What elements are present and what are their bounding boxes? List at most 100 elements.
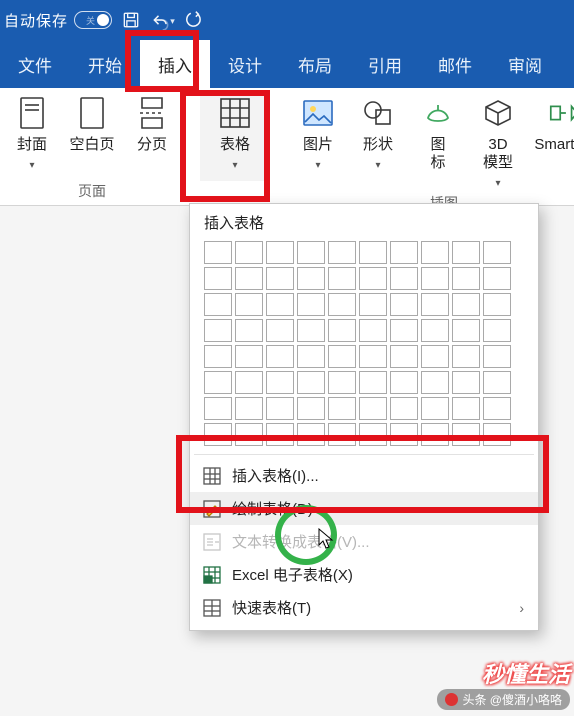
tab-mailings[interactable]: 邮件 — [420, 40, 490, 88]
cover-page-button[interactable]: 封面 — [4, 94, 60, 177]
grid-cell[interactable] — [328, 345, 356, 368]
save-icon[interactable] — [118, 7, 144, 33]
grid-cell[interactable] — [483, 371, 511, 394]
grid-cell[interactable] — [235, 319, 263, 342]
grid-cell[interactable] — [421, 267, 449, 290]
grid-cell[interactable] — [390, 423, 418, 446]
grid-cell[interactable] — [390, 293, 418, 316]
grid-cell[interactable] — [359, 397, 387, 420]
grid-cell[interactable] — [204, 423, 232, 446]
tab-layout[interactable]: 布局 — [280, 40, 350, 88]
grid-cell[interactable] — [235, 293, 263, 316]
grid-cell[interactable] — [266, 267, 294, 290]
grid-cell[interactable] — [483, 241, 511, 264]
grid-cell[interactable] — [421, 293, 449, 316]
smartart-button[interactable]: SmartArt — [530, 94, 574, 189]
grid-cell[interactable] — [204, 293, 232, 316]
tab-file[interactable]: 文件 — [0, 40, 70, 88]
grid-cell[interactable] — [390, 241, 418, 264]
grid-cell[interactable] — [297, 267, 325, 290]
grid-cell[interactable] — [452, 371, 480, 394]
grid-cell[interactable] — [297, 241, 325, 264]
grid-cell[interactable] — [483, 267, 511, 290]
autosave-toggle[interactable]: 关 — [74, 11, 112, 29]
shapes-button[interactable]: 形状 — [350, 94, 406, 189]
grid-cell[interactable] — [266, 319, 294, 342]
picture-button[interactable]: 图片 — [290, 94, 346, 189]
grid-cell[interactable] — [328, 371, 356, 394]
redo-icon[interactable] — [182, 7, 208, 33]
grid-cell[interactable] — [297, 423, 325, 446]
grid-cell[interactable] — [235, 241, 263, 264]
grid-cell[interactable] — [235, 267, 263, 290]
grid-cell[interactable] — [266, 423, 294, 446]
grid-cell[interactable] — [359, 423, 387, 446]
grid-cell[interactable] — [421, 241, 449, 264]
grid-cell[interactable] — [452, 241, 480, 264]
undo-icon[interactable] — [150, 7, 176, 33]
grid-cell[interactable] — [452, 293, 480, 316]
table-button[interactable]: 表格 — [200, 94, 270, 181]
grid-cell[interactable] — [483, 319, 511, 342]
grid-cell[interactable] — [235, 371, 263, 394]
grid-cell[interactable] — [483, 293, 511, 316]
menu-quick-tables[interactable]: 快速表格(T) › — [190, 591, 538, 624]
grid-cell[interactable] — [328, 397, 356, 420]
grid-cell[interactable] — [452, 423, 480, 446]
grid-cell[interactable] — [204, 319, 232, 342]
menu-excel-spreadsheet[interactable]: Excel 电子表格(X) — [190, 558, 538, 591]
grid-cell[interactable] — [421, 345, 449, 368]
grid-cell[interactable] — [359, 345, 387, 368]
grid-cell[interactable] — [421, 397, 449, 420]
grid-cell[interactable] — [328, 293, 356, 316]
tab-references[interactable]: 引用 — [350, 40, 420, 88]
grid-cell[interactable] — [328, 267, 356, 290]
grid-cell[interactable] — [483, 423, 511, 446]
grid-cell[interactable] — [204, 397, 232, 420]
grid-cell[interactable] — [297, 319, 325, 342]
tab-home[interactable]: 开始 — [70, 40, 140, 88]
grid-cell[interactable] — [297, 345, 325, 368]
grid-cell[interactable] — [328, 319, 356, 342]
grid-cell[interactable] — [483, 345, 511, 368]
grid-cell[interactable] — [359, 267, 387, 290]
grid-cell[interactable] — [204, 241, 232, 264]
grid-cell[interactable] — [483, 397, 511, 420]
grid-cell[interactable] — [421, 423, 449, 446]
grid-cell[interactable] — [359, 241, 387, 264]
grid-cell[interactable] — [390, 319, 418, 342]
grid-cell[interactable] — [266, 371, 294, 394]
grid-cell[interactable] — [452, 319, 480, 342]
grid-cell[interactable] — [266, 293, 294, 316]
menu-insert-table[interactable]: 插入表格(I)... — [190, 459, 538, 492]
grid-cell[interactable] — [266, 345, 294, 368]
grid-cell[interactable] — [204, 345, 232, 368]
grid-cell[interactable] — [452, 345, 480, 368]
grid-cell[interactable] — [359, 319, 387, 342]
grid-cell[interactable] — [235, 345, 263, 368]
tab-design[interactable]: 设计 — [210, 40, 280, 88]
grid-cell[interactable] — [452, 267, 480, 290]
grid-cell[interactable] — [266, 397, 294, 420]
grid-cell[interactable] — [390, 345, 418, 368]
grid-cell[interactable] — [328, 241, 356, 264]
grid-cell[interactable] — [390, 397, 418, 420]
tab-review[interactable]: 审阅 — [490, 40, 560, 88]
grid-cell[interactable] — [297, 397, 325, 420]
grid-cell[interactable] — [452, 397, 480, 420]
grid-cell[interactable] — [204, 267, 232, 290]
blank-page-button[interactable]: 空白页 — [64, 94, 120, 177]
grid-cell[interactable] — [235, 397, 263, 420]
grid-cell[interactable] — [328, 423, 356, 446]
grid-cell[interactable] — [390, 267, 418, 290]
table-size-grid[interactable] — [190, 241, 538, 450]
grid-cell[interactable] — [297, 371, 325, 394]
grid-cell[interactable] — [390, 371, 418, 394]
grid-cell[interactable] — [421, 319, 449, 342]
model3d-button[interactable]: 3D 模型 — [470, 94, 526, 189]
page-break-button[interactable]: 分页 — [124, 94, 180, 177]
grid-cell[interactable] — [359, 371, 387, 394]
grid-cell[interactable] — [266, 241, 294, 264]
icons-button[interactable]: 图 标 — [410, 94, 466, 189]
grid-cell[interactable] — [359, 293, 387, 316]
